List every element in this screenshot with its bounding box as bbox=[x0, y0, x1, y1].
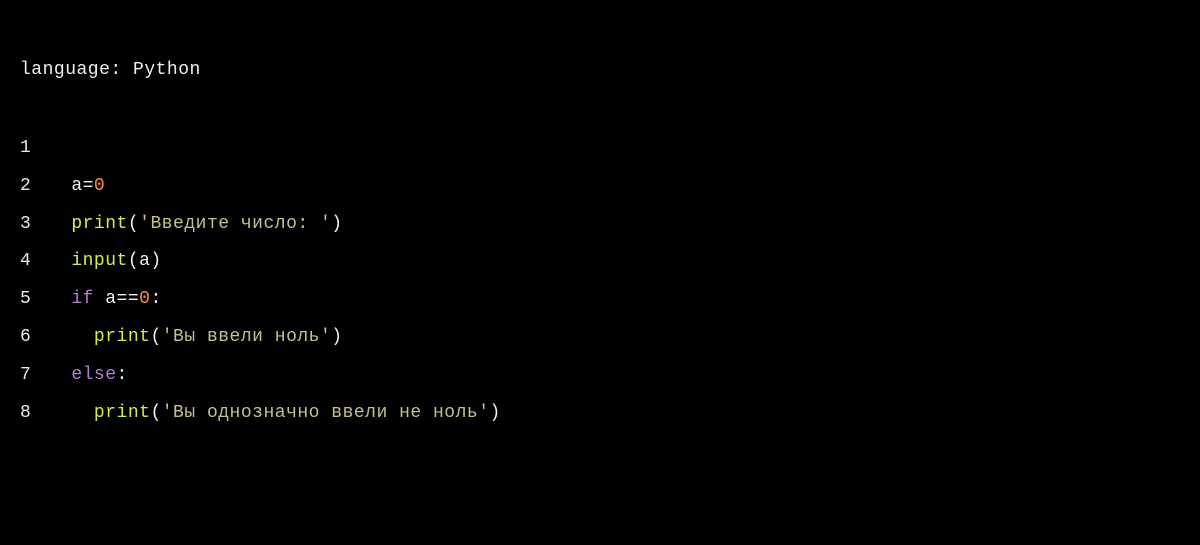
line-content: input(a) bbox=[71, 243, 501, 281]
language-label: language: bbox=[20, 60, 133, 80]
code-token: ( bbox=[128, 214, 139, 234]
line-content: a=0 bbox=[71, 168, 501, 206]
code-token: print bbox=[94, 327, 151, 347]
code-token: 'Вы ввели ноль' bbox=[162, 327, 332, 347]
code-line: 3print('Введите число: ') bbox=[20, 206, 501, 244]
line-content: print('Введите число: ') bbox=[71, 206, 501, 244]
line-content: print('Вы ввели ноль') bbox=[71, 319, 501, 357]
language-header: language: Python bbox=[20, 60, 1180, 80]
code-token: ) bbox=[490, 403, 501, 423]
language-value: Python bbox=[133, 60, 201, 80]
code-token: ) bbox=[331, 214, 342, 234]
code-token: ( bbox=[150, 327, 161, 347]
code-token: ) bbox=[331, 327, 342, 347]
code-token: input bbox=[71, 251, 128, 271]
code-token: (a) bbox=[128, 251, 162, 271]
code-token: print bbox=[71, 214, 128, 234]
line-number: 1 bbox=[20, 130, 71, 168]
code-line: 4input(a) bbox=[20, 243, 501, 281]
code-token: : bbox=[117, 365, 128, 385]
line-number: 2 bbox=[20, 168, 71, 206]
line-number: 4 bbox=[20, 243, 71, 281]
code-line: 1 bbox=[20, 130, 501, 168]
line-number: 8 bbox=[20, 395, 71, 433]
code-token: 0 bbox=[94, 176, 105, 196]
code-token: a= bbox=[71, 176, 94, 196]
code-line: 2a=0 bbox=[20, 168, 501, 206]
code-token: if bbox=[71, 289, 94, 309]
line-number: 6 bbox=[20, 319, 71, 357]
line-number: 7 bbox=[20, 357, 71, 395]
line-number: 3 bbox=[20, 206, 71, 244]
code-token: a== bbox=[94, 289, 139, 309]
line-content: else: bbox=[71, 357, 501, 395]
code-line: 5if a==0: bbox=[20, 281, 501, 319]
code-token: print bbox=[94, 403, 151, 423]
code-line: 8 print('Вы однозначно ввели не ноль') bbox=[20, 395, 501, 433]
code-token: 0 bbox=[139, 289, 150, 309]
code-token bbox=[71, 327, 94, 347]
code-line: 6 print('Вы ввели ноль') bbox=[20, 319, 501, 357]
code-token bbox=[71, 403, 94, 423]
code-token: else bbox=[71, 365, 116, 385]
code-token: ( bbox=[150, 403, 161, 423]
code-block: 12a=03print('Введите число: ')4input(a)5… bbox=[20, 130, 501, 432]
code-token: 'Введите число: ' bbox=[139, 214, 331, 234]
line-content: if a==0: bbox=[71, 281, 501, 319]
code-line: 7else: bbox=[20, 357, 501, 395]
code-token: : bbox=[150, 289, 161, 309]
line-number: 5 bbox=[20, 281, 71, 319]
line-content bbox=[71, 130, 501, 168]
code-token: 'Вы однозначно ввели не ноль' bbox=[162, 403, 490, 423]
line-content: print('Вы однозначно ввели не ноль') bbox=[71, 395, 501, 433]
